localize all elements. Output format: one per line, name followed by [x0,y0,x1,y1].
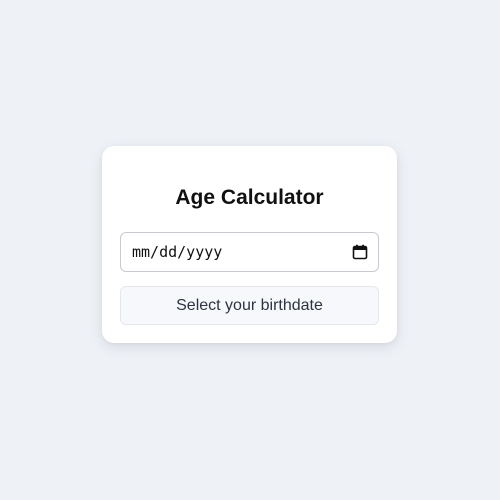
age-calculator-card: Age Calculator mm/dd/yyyy Select your bi… [102,146,397,343]
page-title: Age Calculator [175,186,324,209]
calendar-icon[interactable] [352,244,368,260]
birthdate-input[interactable]: mm/dd/yyyy [120,232,379,272]
result-message: Select your birthdate [120,286,379,325]
birthdate-placeholder: mm/dd/yyyy [132,243,223,261]
